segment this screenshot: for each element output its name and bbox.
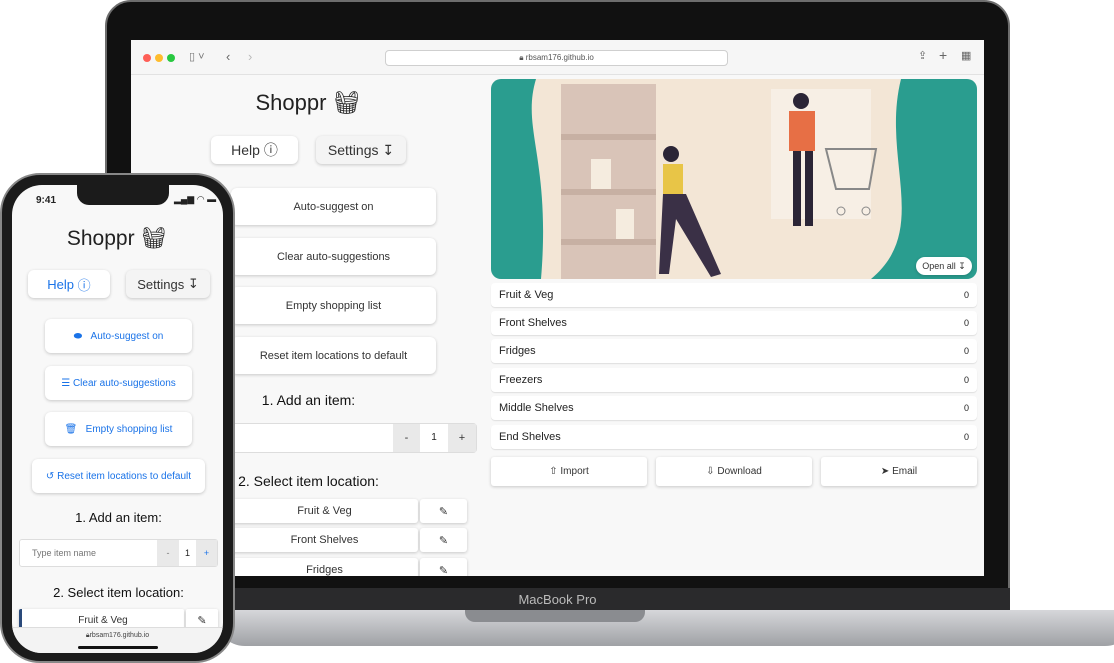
shopper-illustration-image [491, 79, 977, 279]
info-icon: ⓘ [77, 277, 91, 293]
minimize-window-button[interactable] [155, 54, 163, 62]
location-option[interactable]: Front Shelves [231, 528, 418, 552]
qty-value[interactable]: 1 [179, 540, 196, 566]
paper-plane-icon: ➤ [880, 466, 890, 477]
sidebar-icon[interactable]: ▯ ˅ [189, 50, 205, 63]
address-bar[interactable]: 🔒︎ rbsam176.github.io [385, 50, 728, 66]
new-tab-icon[interactable]: + [939, 47, 947, 63]
home-indicator[interactable] [78, 646, 158, 649]
align-left-icon: ☰ [61, 377, 71, 389]
section-row[interactable]: Fridges 0 [491, 339, 977, 363]
forward-icon[interactable]: › [248, 49, 252, 64]
section-row[interactable]: Middle Shelves 0 [491, 396, 977, 420]
lock-icon: 🔒︎ [519, 53, 524, 62]
status-icons: ▂▄▆ ◠ ▬ [174, 194, 217, 204]
clear-suggestions-button[interactable]: ☰ Clear auto-suggestions [45, 366, 192, 400]
app-title: Shoppr 🧺︎ [66, 227, 168, 250]
reset-locations-button[interactable]: Reset item locations to default [231, 337, 436, 374]
upload-icon: ⇧ [549, 466, 558, 477]
location-option[interactable]: Fridges [231, 558, 418, 576]
phone-notch [77, 185, 169, 205]
tabs-overview-icon[interactable]: ▦ [961, 49, 971, 62]
arrow-down-icon: ↧ [382, 141, 395, 158]
reset-locations-button[interactable]: ↺ Reset item locations to default [32, 459, 205, 493]
increase-qty-button[interactable]: + [448, 424, 476, 452]
laptop-screen: ▯ ˅ ‹ › 🔒︎ rbsam176.github.io ⇪ + ▦ Shop… [131, 40, 984, 576]
section-row[interactable]: Fruit & Veg 0 [491, 283, 977, 307]
basket-icon: 🧺︎ [332, 90, 361, 115]
laptop-brand: MacBook Pro [105, 588, 1010, 612]
info-icon: ⓘ [263, 142, 278, 158]
download-button[interactable]: ⇩ Download [656, 457, 812, 486]
shop-illustration: Open all ↧ [491, 79, 977, 279]
decrease-qty-button[interactable]: - [157, 540, 179, 566]
section-row[interactable]: Freezers 0 [491, 368, 977, 392]
auto-suggest-button[interactable]: Auto-suggest on [231, 188, 436, 225]
import-button[interactable]: ⇧ Import [491, 457, 647, 486]
arrow-down-icon: ↧ [187, 276, 199, 291]
trash-icon: 🗑︎ [64, 423, 78, 435]
phone-screen: 9:41 ▂▄▆ ◠ ▬ Shoppr 🧺︎ Help ⓘ Settings ↧… [12, 185, 223, 653]
phone-address-bar[interactable]: 🔒︎rbsam176.github.io [12, 627, 223, 653]
location-option[interactable]: Fruit & Veg [231, 499, 418, 523]
undo-icon: ↺ [45, 470, 55, 482]
status-time: 9:41 [36, 195, 57, 206]
section-row[interactable]: End Shelves 0 [491, 425, 977, 449]
add-item-heading: 1. Add an item: [261, 392, 356, 408]
edit-location-pencil-icon[interactable]: ✎ [420, 528, 467, 552]
open-all-button[interactable]: Open all ↧ [916, 257, 972, 275]
select-location-heading: 2. Select item location: [238, 473, 379, 489]
add-item-heading: 1. Add an item: [75, 510, 162, 525]
back-icon[interactable]: ‹ [226, 49, 230, 64]
settings-button[interactable]: Settings ↧ [316, 136, 406, 164]
section-row[interactable]: Front Shelves 0 [491, 311, 977, 335]
toggle-icon: ⬬ [73, 330, 83, 342]
settings-button[interactable]: Settings ↧ [126, 270, 210, 298]
browser-toolbar: ▯ ˅ ‹ › 🔒︎ rbsam176.github.io ⇪ + ▦ [131, 40, 984, 75]
empty-list-button[interactable]: Empty shopping list [231, 287, 436, 324]
url-text: rbsam176.github.io [525, 53, 594, 62]
share-icon[interactable]: ⇪ [918, 49, 927, 62]
empty-list-button[interactable]: 🗑︎ Empty shopping list [45, 412, 192, 446]
close-window-button[interactable] [143, 54, 151, 62]
decrease-qty-button[interactable]: - [393, 424, 420, 452]
qty-value[interactable]: 1 [420, 424, 448, 452]
maximize-window-button[interactable] [167, 54, 175, 62]
help-button[interactable]: Help ⓘ [211, 136, 298, 164]
download-icon: ⇩ [706, 466, 715, 477]
arrow-down-icon: ↧ [958, 260, 966, 271]
laptop-notch [465, 610, 645, 622]
auto-suggest-button[interactable]: ⬬ Auto-suggest on [45, 319, 192, 353]
select-location-heading: 2. Select item location: [53, 585, 184, 600]
edit-location-pencil-icon[interactable]: ✎ [420, 499, 467, 523]
email-button[interactable]: ➤ Email [821, 457, 977, 486]
clear-suggestions-button[interactable]: Clear auto-suggestions [231, 238, 436, 275]
phone-frame: 9:41 ▂▄▆ ◠ ▬ Shoppr 🧺︎ Help ⓘ Settings ↧… [0, 173, 235, 663]
laptop-base [215, 610, 1114, 646]
help-button[interactable]: Help ⓘ [28, 270, 110, 298]
basket-icon: 🧺︎ [140, 227, 168, 250]
edit-location-pencil-icon[interactable]: ✎ [420, 558, 467, 576]
increase-qty-button[interactable]: + [196, 540, 217, 566]
app-title: Shoppr 🧺︎ [255, 90, 361, 115]
